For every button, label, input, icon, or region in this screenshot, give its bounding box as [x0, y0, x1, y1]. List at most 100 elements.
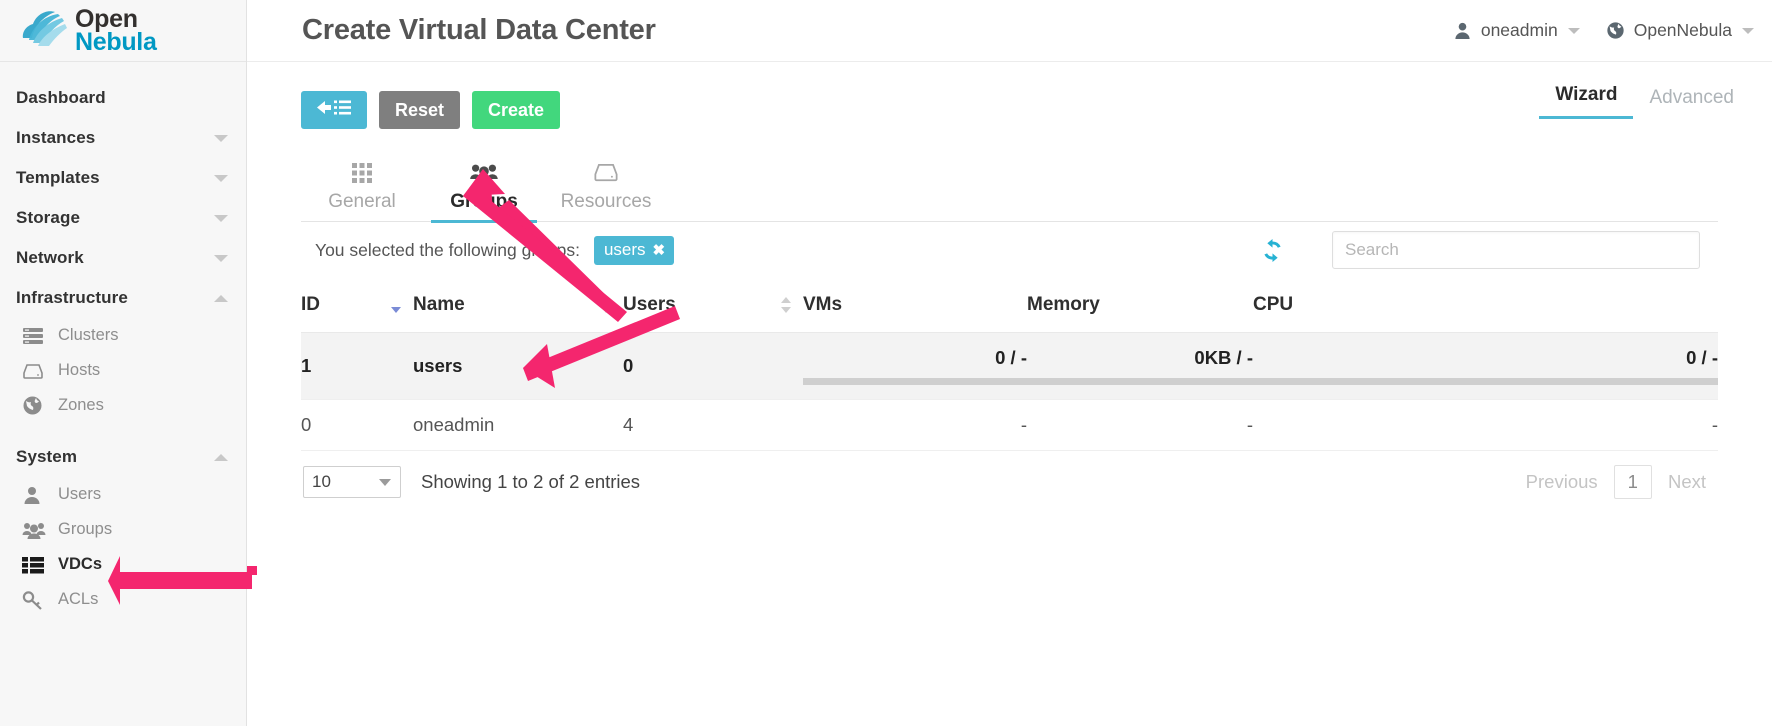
- column-label: CPU: [1253, 294, 1294, 315]
- chevron-down-icon: [214, 174, 228, 182]
- cell-users: 4: [623, 399, 803, 451]
- user-menu-label: oneadmin: [1480, 20, 1558, 40]
- servers-icon: [22, 326, 48, 346]
- tab-label: Resources: [560, 191, 652, 212]
- cell-memory-value: 0KB / -: [1194, 347, 1253, 368]
- sidebar-label: Storage: [16, 208, 80, 227]
- sidebar-item-users[interactable]: Users: [0, 477, 246, 512]
- tab-wizard[interactable]: Wizard: [1539, 84, 1634, 119]
- app-root: Open Nebula Dashboard Instances Template…: [0, 0, 1772, 726]
- brand-line-2: Nebula: [75, 27, 157, 56]
- search-input[interactable]: [1332, 231, 1700, 269]
- user-icon: [22, 485, 48, 505]
- globe-icon: [22, 396, 48, 416]
- users-group-icon: [22, 520, 48, 540]
- table-row[interactable]: 0 oneadmin 4 - - -: [301, 399, 1718, 451]
- pagination: Previous 1 Next: [1516, 465, 1716, 499]
- selected-groups-bar: You selected the following groups: users…: [301, 222, 1718, 278]
- chevron-down-icon: [214, 134, 228, 142]
- sidebar-item-groups[interactable]: Groups: [0, 512, 246, 547]
- page-number-button[interactable]: 1: [1613, 465, 1652, 499]
- selected-groups-label: You selected the following groups:: [315, 239, 580, 260]
- sort-asc-icon: [601, 297, 611, 303]
- brand-logo[interactable]: Open Nebula: [0, 0, 246, 62]
- sidebar-nav: Dashboard Instances Templates Storage Ne…: [0, 62, 246, 617]
- sidebar-item-vdcs[interactable]: VDCs: [0, 547, 246, 582]
- arrow-left-list-icon: [317, 99, 351, 121]
- tab-advanced[interactable]: Advanced: [1633, 87, 1750, 119]
- sidebar-item-network[interactable]: Network: [0, 238, 246, 278]
- sidebar-label: Hosts: [58, 361, 101, 379]
- sidebar-item-infrastructure[interactable]: Infrastructure: [0, 278, 246, 318]
- hard-drive-icon: [22, 361, 48, 381]
- cell-vms: -: [803, 399, 1027, 451]
- sidebar-item-instances[interactable]: Instances: [0, 118, 246, 158]
- sidebar-item-dashboard[interactable]: Dashboard: [0, 78, 246, 118]
- cell-vms: 0 / -: [803, 332, 1027, 400]
- selected-group-chip[interactable]: users ✖: [593, 235, 675, 265]
- sidebar-item-system[interactable]: System: [0, 437, 246, 477]
- next-page-button[interactable]: Next: [1658, 467, 1716, 497]
- column-header-cpu[interactable]: CPU: [1253, 278, 1718, 333]
- cell-users: 0: [623, 332, 803, 400]
- zone-menu[interactable]: OpenNebula: [1606, 20, 1754, 41]
- sidebar-item-clusters[interactable]: Clusters: [0, 318, 246, 353]
- sort-desc-icon: [781, 307, 791, 313]
- groups-table: ID Name Users VMs Memory CPU 1 users 0 0…: [301, 278, 1718, 451]
- opennebula-cloud-logo-icon: [22, 10, 67, 46]
- sidebar-label: Groups: [58, 520, 113, 538]
- column-label: VMs: [803, 294, 843, 315]
- page-size-select[interactable]: 10: [303, 466, 401, 498]
- cell-cpu: -: [1253, 399, 1718, 451]
- user-menu[interactable]: oneadmin: [1453, 20, 1580, 41]
- table-row[interactable]: 1 users 0 0 / - 0KB / - 0 / -: [301, 332, 1718, 400]
- tab-general[interactable]: General: [301, 161, 423, 221]
- chip-label: users: [603, 239, 646, 259]
- previous-page-button[interactable]: Previous: [1516, 467, 1608, 497]
- chevron-down-icon: [1742, 27, 1754, 34]
- column-header-memory[interactable]: Memory: [1027, 278, 1253, 333]
- back-button[interactable]: [301, 91, 367, 129]
- table-header-row: ID Name Users VMs Memory CPU: [301, 278, 1718, 333]
- cell-name: users: [413, 332, 623, 400]
- sort-asc-icon: [781, 297, 791, 303]
- reset-button[interactable]: Reset: [379, 91, 461, 129]
- user-icon: [1453, 21, 1472, 40]
- sidebar-label: ACLs: [58, 590, 99, 608]
- cell-memory: -: [1027, 399, 1253, 451]
- sort-indicator-id[interactable]: [391, 296, 402, 314]
- create-button[interactable]: Create: [472, 91, 561, 129]
- sidebar-label: Clusters: [58, 326, 119, 344]
- sort-indicator-users[interactable]: [781, 296, 792, 314]
- sidebar-item-acls[interactable]: ACLs: [0, 582, 246, 617]
- cell-name: oneadmin: [413, 399, 623, 451]
- vms-progress-bar: [803, 378, 1027, 385]
- main-content: Create Virtual Data Center oneadmin Open…: [247, 0, 1772, 726]
- column-label: Name: [413, 294, 465, 315]
- close-icon[interactable]: ✖: [653, 241, 666, 259]
- sidebar-item-hosts[interactable]: Hosts: [0, 353, 246, 388]
- hard-drive-icon: [545, 161, 667, 187]
- key-icon: [22, 590, 48, 610]
- sidebar-item-templates[interactable]: Templates: [0, 158, 246, 198]
- column-header-users[interactable]: Users: [601, 278, 803, 333]
- cell-cpu-value: 0 / -: [1686, 347, 1718, 368]
- users-group-icon: [423, 161, 545, 187]
- page-title: Create Virtual Data Center: [302, 14, 656, 46]
- sidebar-label: System: [16, 447, 78, 466]
- tab-resources[interactable]: Resources: [545, 161, 667, 221]
- tab-groups[interactable]: Groups: [423, 161, 545, 223]
- column-header-name[interactable]: Name: [391, 278, 623, 333]
- sidebar-item-storage[interactable]: Storage: [0, 198, 246, 238]
- grid-icon: [301, 161, 423, 187]
- column-label: Users: [623, 294, 676, 315]
- column-header-vms[interactable]: VMs: [781, 278, 1027, 333]
- table-body: 1 users 0 0 / - 0KB / - 0 / - 0 oneadmin…: [301, 332, 1718, 451]
- page-size-value: 10: [312, 472, 331, 491]
- tab-label: General: [328, 191, 396, 212]
- sidebar-item-zones[interactable]: Zones: [0, 388, 246, 423]
- sort-indicator-name[interactable]: [601, 296, 612, 314]
- sidebar-label: Instances: [16, 128, 96, 147]
- wizard-step-tabs: General Groups Resources: [301, 150, 1718, 223]
- refresh-icon[interactable]: [1259, 237, 1286, 264]
